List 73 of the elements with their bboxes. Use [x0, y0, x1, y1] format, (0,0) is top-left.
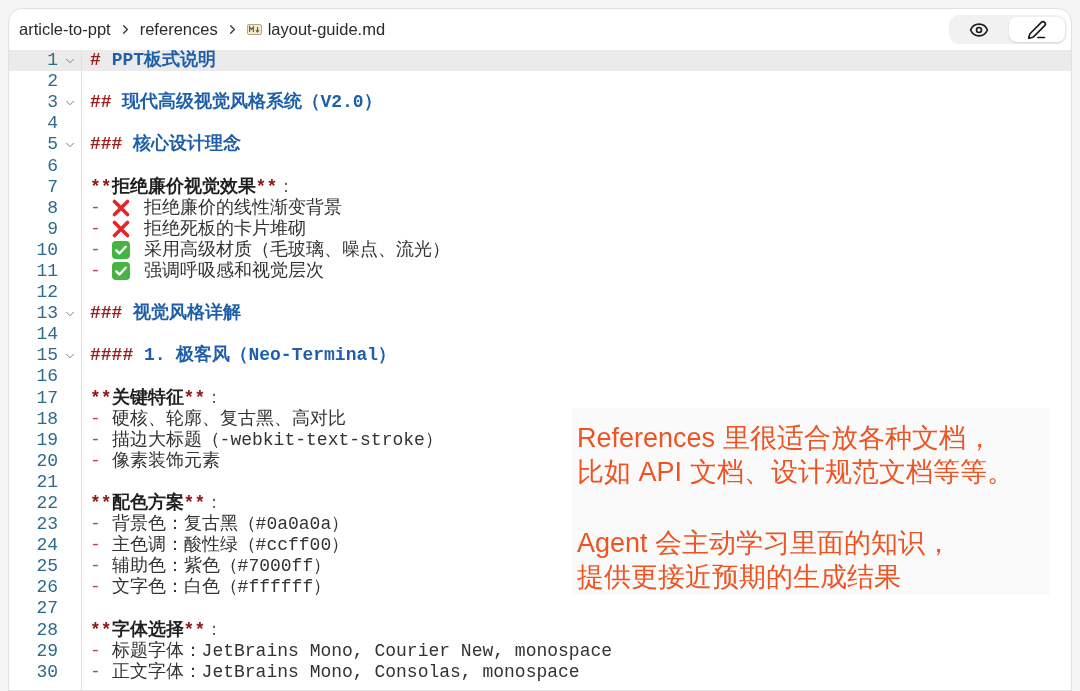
- pencil-icon: [1027, 19, 1047, 40]
- list-bullet: -: [90, 218, 101, 240]
- heading-text: ### 视觉风格详解: [90, 303, 242, 325]
- list-bullet: -: [90, 661, 101, 683]
- list-item-text: 拒绝死板的卡片堆砌: [143, 218, 306, 240]
- list-item-text: 像素装饰元素: [111, 450, 220, 472]
- list-bullet: -: [90, 640, 101, 662]
- line-number: 25: [35, 556, 58, 578]
- heading-text: ## 现代高级视觉风格系统（V2.0）: [90, 92, 382, 114]
- list-item-text: 描边大标题（-webkit-text-stroke）: [111, 429, 443, 451]
- list-bullet: -: [90, 261, 101, 282]
- line-number: 6: [46, 155, 58, 177]
- line-number: 3: [46, 92, 58, 114]
- bold-label: **字体选择**：: [90, 619, 224, 641]
- list-bullet: -: [90, 577, 101, 599]
- annotation-text: Agent 会主动学习里面的知识， 提供更接近预期的生成结果: [577, 527, 954, 594]
- breadcrumb-item[interactable]: article-to-ppt: [19, 17, 111, 42]
- line-number: 26: [35, 577, 58, 599]
- list-item-text: 标题字体：JetBrains Mono, Courier New, monospace: [111, 640, 613, 662]
- list-bullet: -: [90, 556, 101, 578]
- line-number: 7: [46, 176, 58, 198]
- line-number: 4: [46, 113, 58, 135]
- list-item-text: 辅助色：紫色（#7000ff）: [111, 556, 332, 577]
- line-number: 2: [46, 71, 58, 93]
- breadcrumb-item[interactable]: references: [139, 17, 218, 42]
- line-number: 17: [35, 387, 58, 409]
- line-number: 29: [35, 640, 58, 662]
- line-number: 11: [35, 261, 58, 282]
- bold-label: **配色方案**：: [90, 493, 224, 514]
- edit-mode-button[interactable]: [1009, 17, 1065, 42]
- line-number: 22: [35, 493, 58, 514]
- line-number: 1: [46, 50, 58, 72]
- breadcrumb-item[interactable]: layout-guide.md: [267, 17, 386, 42]
- line-number: 8: [46, 197, 58, 219]
- line-number: 18: [35, 408, 58, 430]
- heading-text: # PPT板式说明: [90, 50, 217, 72]
- annotation-text: References 里很适合放各种文档， 比如 API 文档、设计规范文档等等。: [577, 422, 1015, 489]
- list-bullet: -: [90, 514, 101, 536]
- list-item-text: 背景色：复古黑（#0a0a0a）: [111, 514, 350, 535]
- list-item-text: 强调呼吸感和视觉层次: [143, 261, 324, 282]
- line-number: 30: [35, 661, 58, 683]
- list-bullet: -: [90, 535, 101, 557]
- list-item-text: 拒绝廉价的线性渐变背景: [143, 197, 342, 219]
- line-number: 19: [35, 429, 58, 451]
- line-number: 9: [46, 218, 58, 240]
- list-bullet: -: [90, 239, 101, 261]
- list-bullet: -: [90, 197, 101, 219]
- line-number: 5: [46, 134, 58, 156]
- list-bullet: -: [90, 408, 101, 430]
- line-number: 24: [35, 535, 58, 557]
- line-number: 28: [35, 619, 58, 641]
- line-number: 16: [35, 366, 58, 388]
- line-number: 21: [35, 471, 58, 493]
- list-item-text: 主色调：酸性绿（#ccff00）: [111, 535, 350, 556]
- line-number: 12: [35, 282, 58, 304]
- list-item-text: 采用高级材质（毛玻璃、噪点、流光）: [143, 239, 450, 261]
- heading-text: #### 1. 极客风（Neo-Terminal）: [90, 345, 397, 367]
- heading-text: ### 核心设计理念: [90, 134, 242, 156]
- markdown-file-icon: [246, 24, 262, 35]
- list-item-text: 正文字体：JetBrains Mono, Consolas, monospace: [111, 661, 580, 683]
- list-item-text: 文字色：白色（#ffffff）: [111, 577, 332, 599]
- list-bullet: -: [90, 450, 101, 472]
- line-number: 14: [35, 324, 58, 346]
- list-bullet: -: [90, 429, 101, 451]
- bold-label: **关键特征**：: [90, 387, 224, 409]
- line-number: 27: [35, 598, 58, 620]
- line-number: 20: [35, 450, 58, 472]
- list-item-text: 硬核、轮廓、复古黑、高对比: [111, 408, 346, 430]
- line-number: 23: [35, 514, 58, 536]
- line-number: 15: [35, 345, 58, 367]
- bold-label: **拒绝廉价视觉效果**：: [90, 176, 296, 198]
- line-number: 13: [35, 303, 58, 325]
- line-number: 10: [35, 239, 58, 261]
